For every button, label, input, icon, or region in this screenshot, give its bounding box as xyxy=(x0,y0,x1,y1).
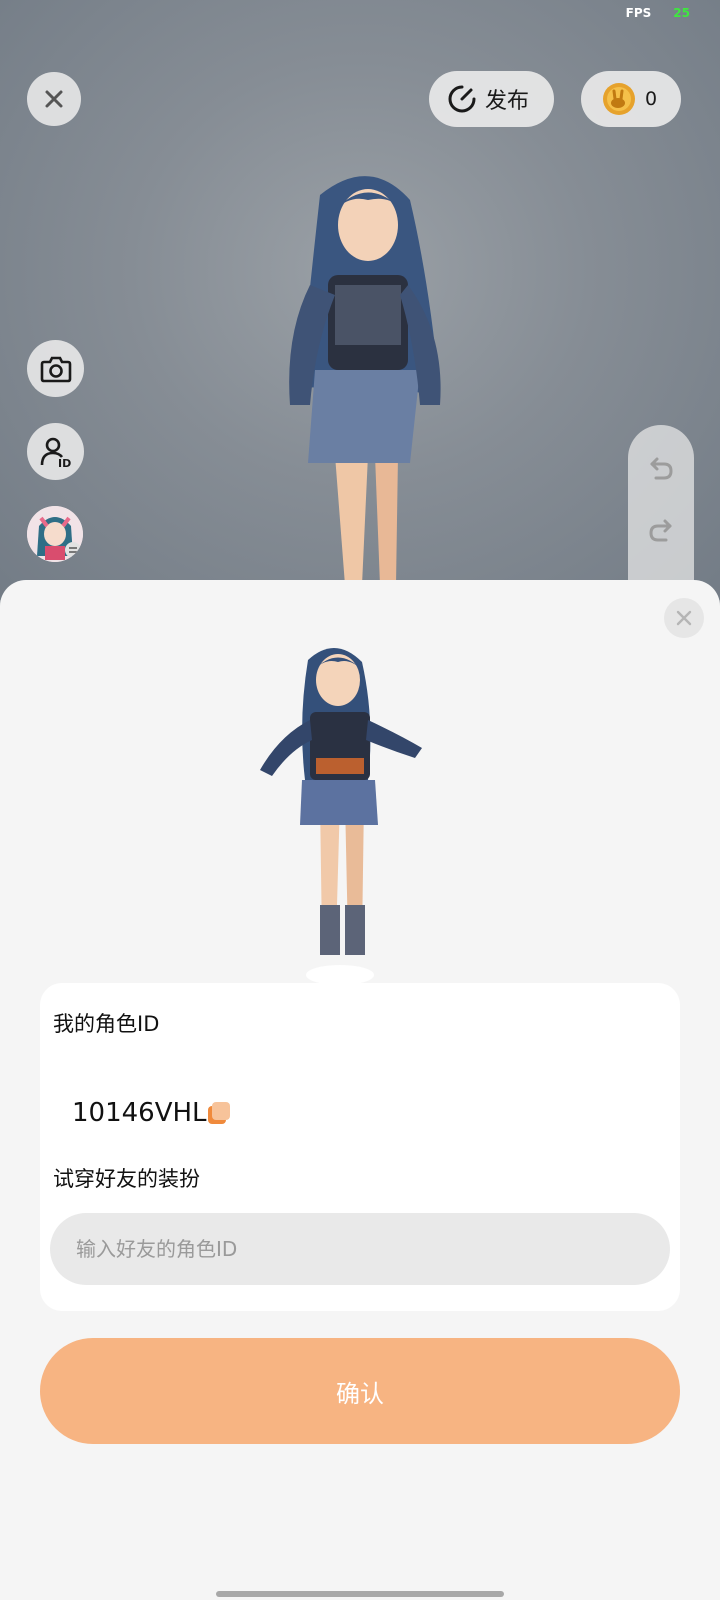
try-on-label: 试穿好友的装扮 xyxy=(53,1167,200,1191)
fps-label: FPS xyxy=(625,6,652,20)
close-button[interactable] xyxy=(27,72,81,126)
close-icon xyxy=(676,610,692,626)
redo-icon[interactable] xyxy=(646,517,676,547)
my-role-id-label: 我的角色ID xyxy=(53,1012,160,1036)
fps-counter: FPS 25 xyxy=(626,6,690,20)
publish-button[interactable]: 发布 xyxy=(429,71,554,127)
coin-balance[interactable]: 0 xyxy=(581,71,681,127)
svg-text:ID: ID xyxy=(58,457,71,469)
user-id-icon: ID xyxy=(40,437,71,469)
coin-count: 0 xyxy=(645,88,658,110)
confirm-button[interactable]: 确认 xyxy=(40,1338,680,1444)
undo-icon[interactable] xyxy=(646,455,676,485)
fps-value: 25 xyxy=(673,6,690,20)
rabbit-coin-icon xyxy=(603,83,635,115)
close-icon xyxy=(45,90,63,108)
sheet-close-button[interactable] xyxy=(664,598,704,638)
publish-dial-icon xyxy=(448,85,476,113)
confirm-label: 确认 xyxy=(336,1379,384,1408)
copy-icon[interactable] xyxy=(206,1100,232,1126)
publish-label: 发布 xyxy=(485,89,530,114)
character-preview xyxy=(260,647,422,985)
avatar-switch-button[interactable] xyxy=(27,506,83,562)
camera-icon xyxy=(40,356,71,382)
role-id-card: 我的角色ID 10146VHL 试穿好友的装扮 xyxy=(40,983,680,1311)
avatar-3d-viewport[interactable]: FPS 25 发布 0 ID xyxy=(0,0,720,600)
undo-redo-panel xyxy=(628,425,694,600)
home-indicator[interactable] xyxy=(216,1591,504,1597)
role-id-button[interactable]: ID xyxy=(27,423,84,480)
camera-button[interactable] xyxy=(27,340,84,397)
friend-id-input[interactable] xyxy=(50,1213,670,1285)
avatar-character[interactable] xyxy=(280,165,460,600)
avatar-switch-icon xyxy=(27,506,83,562)
my-role-id-value: 10146VHL xyxy=(72,1098,207,1128)
